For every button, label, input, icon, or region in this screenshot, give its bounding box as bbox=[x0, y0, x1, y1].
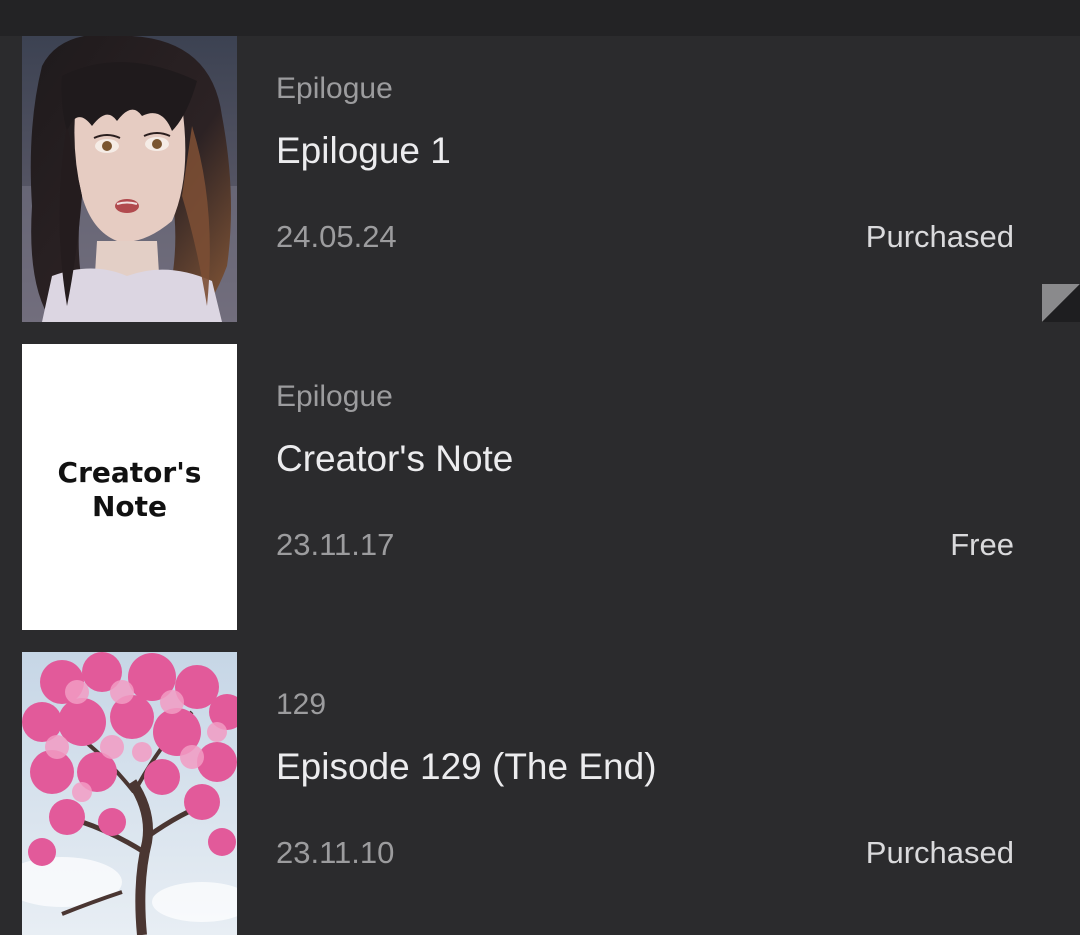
episode-subtitle: Epilogue bbox=[276, 72, 393, 105]
page-fold-icon bbox=[1042, 284, 1080, 322]
creators-note-thumbnail: Creator's Note bbox=[22, 344, 237, 630]
episode-status: Purchased bbox=[865, 219, 1014, 254]
episode-row-creators-note[interactable]: Creator's Note Epilogue Creator's Note 2… bbox=[0, 344, 1080, 652]
episode-list[interactable]: Epilogue Epilogue 1 24.05.24 Purchased C… bbox=[0, 36, 1080, 935]
episode-subtitle: 129 bbox=[276, 688, 327, 721]
episode-title: Epilogue 1 bbox=[276, 130, 451, 171]
episode-status: Purchased bbox=[865, 835, 1014, 870]
episode-date: 23.11.17 bbox=[276, 527, 395, 562]
episode-title: Creator's Note bbox=[276, 438, 514, 479]
episode-title: Episode 129 (The End) bbox=[276, 746, 657, 787]
episode-subtitle: Epilogue bbox=[276, 380, 393, 413]
girl-portrait-thumbnail bbox=[22, 36, 237, 322]
episode-date: 23.11.10 bbox=[276, 835, 395, 870]
episode-date: 24.05.24 bbox=[276, 219, 397, 254]
thumbnail-text-line2: Note bbox=[91, 490, 168, 523]
top-bar bbox=[0, 0, 1080, 36]
episode-status: Free bbox=[950, 527, 1014, 562]
thumbnail-text-line1: Creator's bbox=[57, 456, 202, 489]
episode-row-129[interactable]: 129 Episode 129 (The End) 23.11.10 Purch… bbox=[0, 652, 1080, 935]
cherry-blossom-thumbnail bbox=[22, 652, 237, 935]
episode-row-epilogue-1[interactable]: Epilogue Epilogue 1 24.05.24 Purchased bbox=[0, 36, 1080, 344]
